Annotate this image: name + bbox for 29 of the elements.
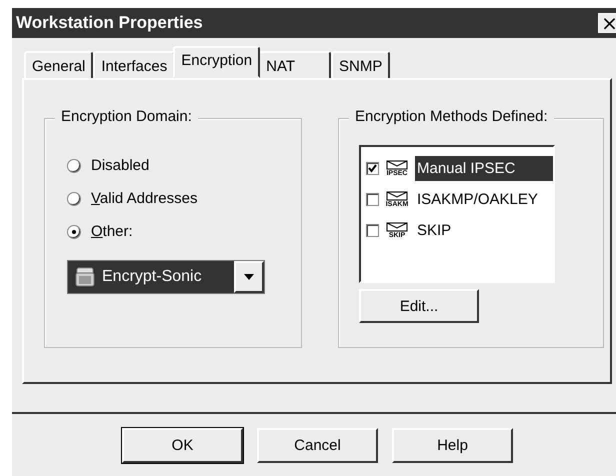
radio-label: Valid Addresses [91, 190, 198, 207]
window-title: Workstation Properties [15, 13, 203, 33]
edit-button[interactable]: Edit... [359, 289, 479, 323]
dialog-button[interactable]: Cancel [257, 428, 378, 463]
list-item[interactable]: ISAKMP/OAKLEY [415, 187, 553, 212]
tab[interactable]: SNMP [331, 51, 390, 78]
group-title: Encryption Domain: [55, 108, 198, 125]
dialog-button[interactable]: Help [392, 428, 513, 463]
tab[interactable]: General [24, 51, 94, 78]
dropdown-value: Encrypt-Sonic [102, 268, 202, 286]
keypad-icon [74, 266, 96, 288]
dialog-button[interactable]: OK [122, 428, 243, 463]
radio-button[interactable] [67, 192, 81, 206]
list-item[interactable]: Manual IPSEC [415, 156, 553, 181]
dropdown[interactable]: Encrypt-Sonic [67, 260, 265, 294]
radio-label: Disabled [91, 157, 150, 174]
radio-button[interactable] [67, 224, 81, 238]
close-button[interactable]: × [598, 13, 616, 33]
tab[interactable]: Interfaces [93, 51, 176, 78]
tab[interactable]: NAT [258, 51, 332, 78]
list-item[interactable]: SKIP [415, 218, 553, 243]
tab[interactable]: Encryption [173, 46, 260, 78]
group-title: Encryption Methods Defined: [349, 108, 554, 125]
checkbox[interactable] [366, 193, 379, 206]
checkbox[interactable] [366, 162, 379, 175]
radio-label: Other: [91, 223, 133, 240]
radio-button[interactable] [67, 158, 81, 172]
checkbox[interactable] [366, 224, 379, 237]
caret-icon [244, 274, 254, 280]
